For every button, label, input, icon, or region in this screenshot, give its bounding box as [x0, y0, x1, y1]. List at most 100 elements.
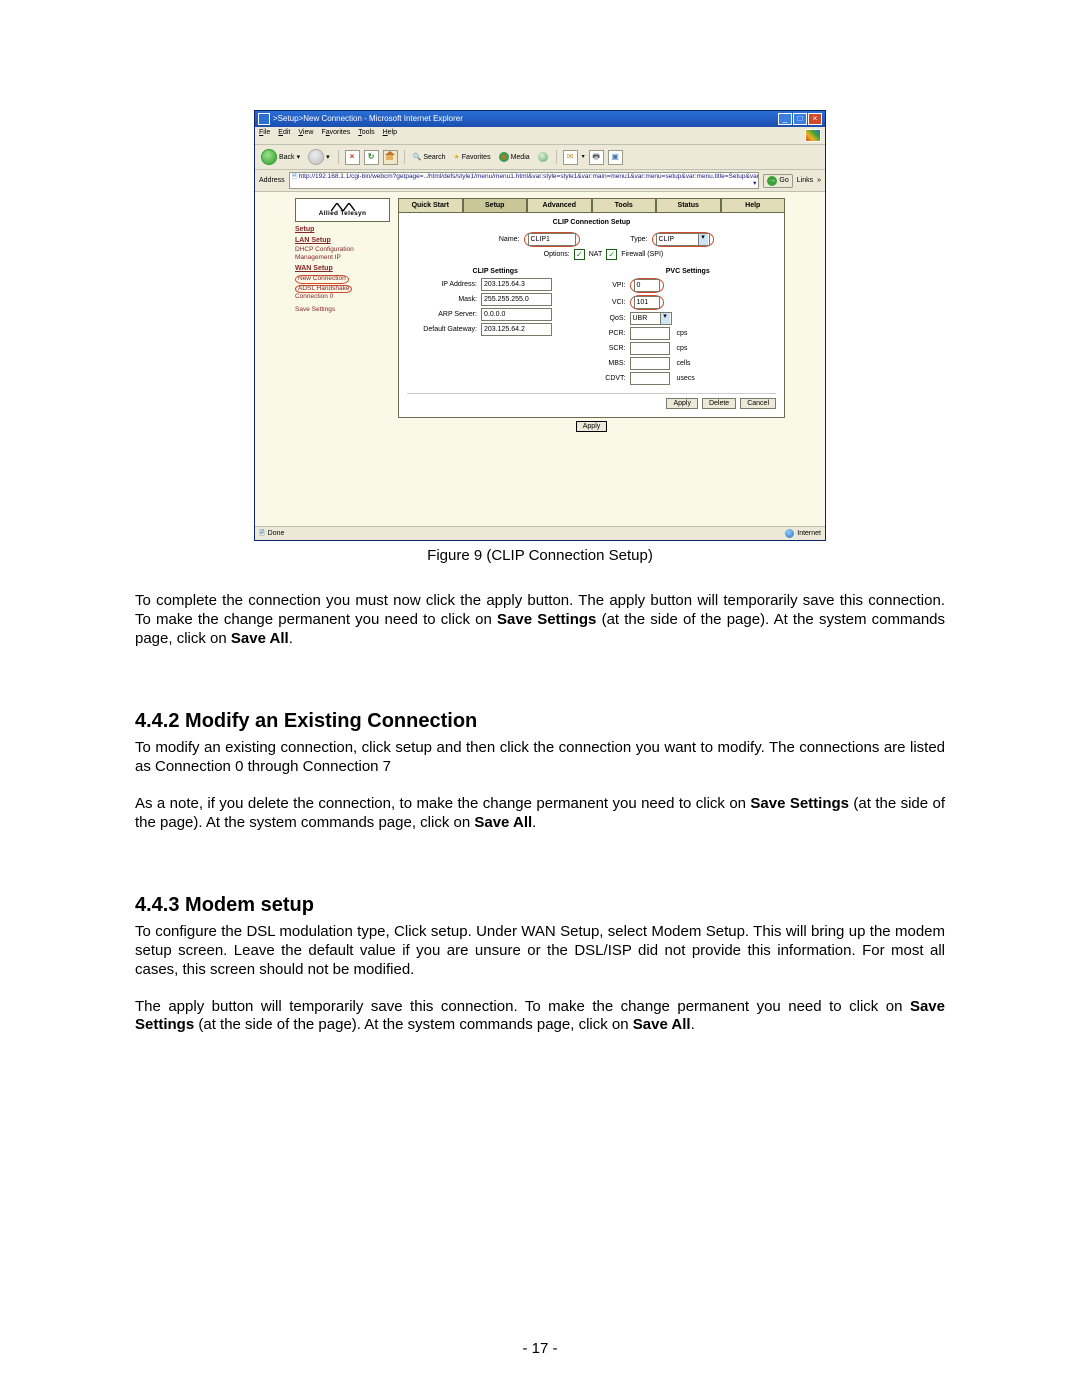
top-nav: Quick Start Setup Advanced Tools Status … — [398, 198, 785, 213]
paragraph-delete-note: As a note, if you delete the connection,… — [135, 795, 945, 833]
mail-button[interactable]: ✉ — [563, 150, 578, 165]
heading-443: 4.4.3 Modem setup — [135, 894, 945, 917]
sidebar-connection-0[interactable]: Connection 0 — [295, 294, 390, 301]
brand-logo: Allied Telesyn — [295, 198, 390, 222]
sidebar-save-settings[interactable]: Save Settings — [295, 307, 390, 314]
ip-input[interactable]: 203.125.64.3 — [481, 278, 552, 291]
name-input[interactable]: CLIP1 — [528, 233, 576, 246]
type-label: Type: — [622, 236, 648, 243]
vci-input[interactable]: 101 — [634, 296, 660, 309]
sidebar-wan-setup[interactable]: WAN Setup — [295, 265, 390, 272]
pvc-settings-header: PVC Settings — [600, 268, 777, 275]
cancel-button[interactable]: Cancel — [740, 398, 776, 409]
sidebar-adsl-handshake[interactable]: ADSL Handshake — [295, 285, 390, 294]
refresh-button[interactable]: ↻ — [364, 150, 379, 165]
address-input[interactable]: 🗎 http://192.168.1.1/cgi-bin/webcm?getpa… — [289, 172, 760, 189]
scr-input[interactable] — [630, 342, 670, 355]
tab-advanced[interactable]: Advanced — [527, 198, 592, 213]
ie-titlebar: >Setup>New Connection - Microsoft Intern… — [255, 111, 825, 127]
paragraph-modem-setup: To configure the DSL modulation type, Cl… — [135, 923, 945, 979]
vpi-input[interactable]: 0 — [634, 279, 660, 292]
sidebar-new-connection[interactable]: New Connection — [295, 275, 390, 284]
sidebar-setup-header: Setup — [295, 226, 390, 233]
forward-button[interactable]: ▾ — [306, 148, 332, 166]
menu-file[interactable]: FFileile — [259, 129, 270, 142]
qos-select[interactable]: UBR — [630, 312, 672, 325]
gw-input[interactable]: 203.125.64.2 — [481, 323, 552, 336]
sidebar-mgmt-ip[interactable]: Management IP — [295, 255, 390, 262]
print-button[interactable]: 🖶 — [589, 150, 604, 165]
ie-address-bar: Address 🗎 http://192.168.1.1/cgi-bin/web… — [255, 170, 825, 192]
status-zone: Internet — [797, 530, 821, 537]
firewall-checkbox[interactable]: ✓ — [606, 249, 617, 260]
tab-quick-start[interactable]: Quick Start — [398, 198, 463, 213]
favorites-button[interactable]: ★Favorites — [452, 153, 493, 162]
pcr-input[interactable] — [630, 327, 670, 340]
ie-toolbar: Back ▾ ▾ × ↻ 🔍Search ★Favorites Media ✉▾… — [255, 145, 825, 170]
links-chevron-icon: » — [817, 177, 821, 184]
scr-label: SCR: — [600, 345, 626, 352]
stop-button[interactable]: × — [345, 150, 360, 165]
heading-442: 4.4.2 Modify an Existing Connection — [135, 710, 945, 733]
go-button[interactable]: →Go — [763, 174, 792, 188]
setup-sidebar: Allied Telesyn Setup LAN Setup DHCP Conf… — [295, 198, 390, 314]
menu-favorites[interactable]: Favorites — [321, 129, 350, 142]
address-label: Address — [259, 177, 285, 184]
menu-view[interactable]: View — [298, 129, 313, 142]
mbs-label: MBS: — [600, 360, 626, 367]
mask-label: Mask: — [407, 296, 477, 303]
tab-setup[interactable]: Setup — [463, 198, 528, 213]
status-done: Done — [268, 530, 285, 537]
apply-button[interactable]: Apply — [666, 398, 698, 409]
clip-connection-panel: CLIP Connection Setup Name: CLIP1 Type: … — [398, 213, 785, 418]
scr-unit: cps — [677, 345, 688, 352]
close-button[interactable]: × — [808, 113, 822, 125]
vci-label: VCI: — [600, 299, 626, 306]
paragraph-modify: To modify an existing connection, click … — [135, 739, 945, 777]
tab-status[interactable]: Status — [656, 198, 721, 213]
media-button[interactable]: Media — [497, 151, 532, 163]
arp-input[interactable]: 0.0.0.0 — [481, 308, 552, 321]
qos-label: QoS: — [600, 315, 626, 322]
menu-help[interactable]: Help — [383, 129, 397, 142]
links-label[interactable]: Links — [797, 177, 813, 184]
mbs-input[interactable] — [630, 357, 670, 370]
options-label: Options: — [520, 251, 570, 258]
ie-menu-bar: FFileile Edit View Favorites Tools Help — [255, 127, 825, 145]
pcr-unit: cps — [677, 330, 688, 337]
clip-settings-header: CLIP Settings — [407, 268, 584, 275]
windows-flag-icon — [805, 129, 821, 142]
type-select[interactable]: CLIP — [656, 233, 710, 246]
sidebar-dhcp[interactable]: DHCP Configuration — [295, 247, 390, 254]
home-button[interactable] — [383, 150, 398, 165]
nat-checkbox[interactable]: ✓ — [574, 249, 585, 260]
search-button[interactable]: 🔍Search — [411, 153, 448, 162]
sidebar-lan-setup[interactable]: LAN Setup — [295, 237, 390, 244]
apply-button-lower[interactable]: Apply — [576, 421, 608, 432]
ie-window: >Setup>New Connection - Microsoft Intern… — [254, 110, 826, 541]
mask-input[interactable]: 255.255.255.0 — [481, 293, 552, 306]
tab-tools[interactable]: Tools — [592, 198, 657, 213]
delete-button[interactable]: Delete — [702, 398, 736, 409]
history-button[interactable] — [536, 151, 550, 163]
back-button[interactable]: Back ▾ — [259, 148, 302, 166]
edit-button[interactable]: ▣ — [608, 150, 623, 165]
tab-help[interactable]: Help — [721, 198, 786, 213]
mbs-unit: cells — [677, 360, 691, 367]
panel-title: CLIP Connection Setup — [407, 219, 776, 226]
pcr-label: PCR: — [600, 330, 626, 337]
figure-caption: Figure 9 (CLIP Connection Setup) — [135, 547, 945, 564]
ie-status-bar: 🗎Done Internet — [255, 526, 825, 540]
nat-label: NAT — [589, 251, 602, 258]
internet-zone-icon — [785, 529, 794, 538]
menu-tools[interactable]: Tools — [358, 129, 374, 142]
cdvt-label: CDVT: — [600, 375, 626, 382]
firewall-label: Firewall (SPI) — [621, 251, 663, 258]
maximize-button[interactable]: □ — [793, 113, 807, 125]
cdvt-unit: usecs — [677, 375, 695, 382]
minimize-button[interactable]: _ — [778, 113, 792, 125]
page-number: - 17 - — [0, 1340, 1080, 1357]
ie-title-text: >Setup>New Connection - Microsoft Intern… — [273, 115, 463, 123]
cdvt-input[interactable] — [630, 372, 670, 385]
menu-edit[interactable]: Edit — [278, 129, 290, 142]
